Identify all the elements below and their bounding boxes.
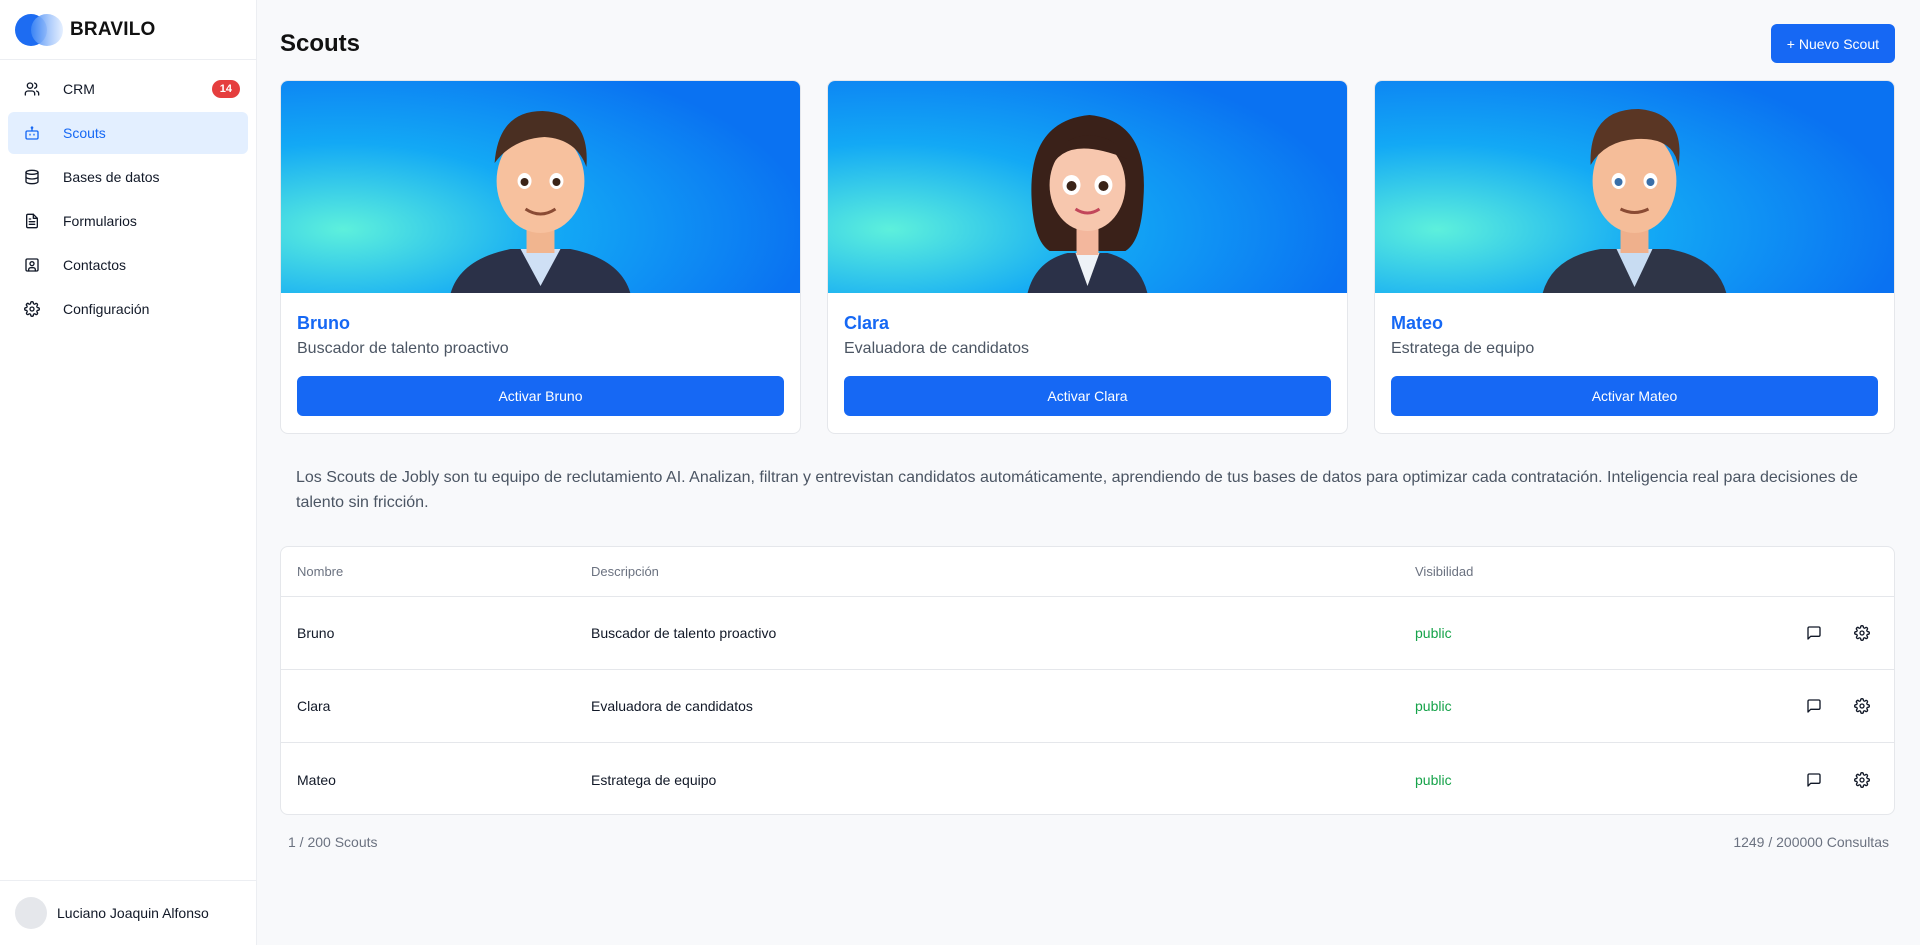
database-icon	[24, 169, 40, 185]
sidebar: BRAVILO CRM 14 Scouts Bases de datos For…	[0, 0, 257, 945]
activate-clara-button[interactable]: Activar Clara	[844, 376, 1331, 416]
user-name: Luciano Joaquin Alfonso	[57, 905, 209, 921]
row-description: Buscador de talento proactivo	[591, 625, 777, 641]
scout-card-name: Clara	[844, 313, 890, 333]
scouts-description: Los Scouts de Jobly son tu equipo de rec…	[296, 469, 1858, 511]
table-row: Mateo Estratega de equipo public	[281, 743, 1894, 814]
scout-card-mateo: Mateo Estratega de equipo Activar Mateo	[1374, 80, 1895, 434]
activate-mateo-button[interactable]: Activar Mateo	[1391, 376, 1878, 416]
sidebar-item-settings[interactable]: Configuración	[8, 288, 248, 330]
gear-icon[interactable]	[1850, 768, 1874, 792]
scout-avatar-clara	[828, 81, 1347, 293]
brand[interactable]: BRAVILO	[0, 0, 256, 60]
chat-icon[interactable]	[1802, 621, 1826, 645]
row-description: Estratega de equipo	[591, 771, 717, 788]
scout-card-role: Estratega de equipo	[1391, 340, 1535, 357]
row-visibility: public	[1415, 625, 1452, 641]
scout-card-name: Mateo	[1391, 313, 1444, 333]
scout-cards: Bruno Buscador de talento proactivo Acti…	[280, 80, 1895, 434]
sidebar-item-label: Contactos	[63, 257, 127, 273]
scout-card-bruno: Bruno Buscador de talento proactivo Acti…	[280, 80, 801, 434]
scout-avatar-mateo	[1375, 81, 1894, 293]
row-visibility: public	[1415, 771, 1452, 788]
table-row: Bruno Buscador de talento proactivo publ…	[281, 597, 1894, 670]
row-description: Evaluadora de candidatos	[591, 698, 753, 714]
sidebar-item-label: Bases de datos	[63, 169, 160, 185]
column-header-name: Nombre	[297, 564, 344, 579]
sidebar-item-databases[interactable]: Bases de datos	[8, 156, 248, 198]
sidebar-item-label: Formularios	[63, 213, 137, 229]
main-content: Scouts + Nuevo Scout Bruno Buscador de t…	[258, 0, 1920, 945]
scout-card-clara: Clara Evaluadora de candidatos Activar C…	[827, 80, 1348, 434]
sidebar-item-contacts[interactable]: Contactos	[8, 244, 248, 286]
scouts-table: Nombre Descripción Visibilidad Bruno Bus…	[280, 546, 1895, 815]
sidebar-item-label: Configuración	[63, 301, 150, 317]
brand-name: BRAVILO	[70, 18, 156, 40]
crm-count-badge: 14	[211, 80, 240, 98]
sidebar-item-crm[interactable]: CRM 14	[8, 68, 248, 110]
scouts-usage: 1 / 200 Scouts	[288, 834, 378, 850]
row-name: Clara	[297, 698, 331, 714]
bot-icon	[24, 125, 40, 141]
sidebar-nav: CRM 14 Scouts Bases de datos Formularios	[0, 60, 256, 330]
chat-icon[interactable]	[1802, 694, 1826, 718]
table-header: Nombre Descripción Visibilidad	[281, 547, 1894, 597]
avatar	[15, 897, 47, 929]
sidebar-item-forms[interactable]: Formularios	[8, 200, 248, 242]
contact-icon	[24, 257, 40, 273]
gear-icon	[24, 301, 40, 317]
column-header-description: Descripción	[591, 564, 659, 579]
user-profile[interactable]: Luciano Joaquin Alfonso	[0, 880, 256, 945]
sidebar-item-scouts[interactable]: Scouts	[8, 112, 248, 154]
sidebar-item-label: CRM	[63, 81, 95, 97]
table-row: Clara Evaluadora de candidatos public	[281, 670, 1894, 743]
scout-card-role: Evaluadora de candidatos	[844, 340, 1030, 357]
queries-usage: 1249 / 200000 Consultas	[1733, 834, 1889, 850]
page-title: Scouts	[280, 30, 361, 57]
scout-avatar-bruno	[281, 81, 800, 293]
row-name: Bruno	[297, 625, 335, 641]
row-visibility: public	[1415, 698, 1452, 714]
users-icon	[24, 81, 40, 97]
sidebar-item-label: Scouts	[63, 125, 106, 141]
row-name: Mateo	[297, 771, 336, 788]
scout-card-name: Bruno	[297, 313, 350, 333]
column-header-visibility: Visibilidad	[1415, 564, 1474, 579]
bravilo-logo-icon	[15, 13, 65, 46]
activate-bruno-button[interactable]: Activar Bruno	[297, 376, 784, 416]
chat-icon[interactable]	[1802, 768, 1826, 792]
gear-icon[interactable]	[1850, 621, 1874, 645]
new-scout-button[interactable]: + Nuevo Scout	[1770, 24, 1895, 63]
scout-card-role: Buscador de talento proactivo	[297, 340, 509, 357]
gear-icon[interactable]	[1850, 694, 1874, 718]
file-text-icon	[24, 213, 40, 229]
